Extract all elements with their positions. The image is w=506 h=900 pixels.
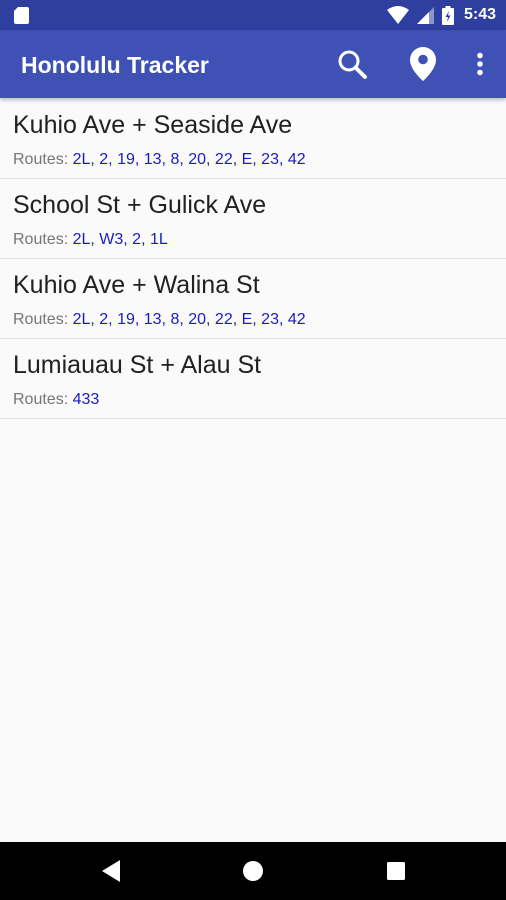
stop-item[interactable]: Lumiauau St + Alau St Routes: 433	[0, 339, 506, 419]
stop-name: Kuhio Ave + Seaside Ave	[13, 111, 293, 139]
routes-label: Routes:	[13, 311, 69, 328]
location-pin-icon	[410, 47, 436, 81]
navigation-bar	[0, 842, 506, 900]
routes-label: Routes:	[13, 391, 69, 408]
signal-icon	[416, 6, 434, 24]
nearby-stops-button[interactable]	[405, 46, 441, 82]
routes-values: 2L, 2, 19, 13, 8, 20, 22, E, 23, 42	[72, 151, 306, 168]
search-icon	[338, 50, 367, 79]
routes-label: Routes:	[13, 151, 69, 168]
status-bar: 5:43	[0, 0, 506, 30]
stop-routes: Routes: 433	[13, 391, 99, 409]
app-bar: Honolulu Tracker	[0, 30, 506, 98]
back-icon	[102, 860, 120, 882]
routes-values: 433	[72, 391, 100, 408]
overflow-menu-icon	[477, 52, 483, 76]
stop-name: School St + Gulick Ave	[13, 191, 267, 219]
stops-list: Kuhio Ave + Seaside Ave Routes: 2L, 2, 1…	[0, 99, 506, 419]
stop-routes: Routes: 2L, W3, 2, 1L	[13, 231, 168, 249]
stop-routes: Routes: 2L, 2, 19, 13, 8, 20, 22, E, 23,…	[13, 151, 306, 169]
home-icon	[243, 861, 263, 881]
stop-name: Kuhio Ave + Walina St	[13, 271, 260, 299]
stop-routes: Routes: 2L, 2, 19, 13, 8, 20, 22, E, 23,…	[13, 311, 306, 329]
stop-item[interactable]: School St + Gulick Ave Routes: 2L, W3, 2…	[0, 179, 506, 259]
recents-button[interactable]	[381, 856, 411, 886]
sd-card-icon	[14, 7, 29, 24]
search-button[interactable]	[334, 46, 370, 82]
app-title: Honolulu Tracker	[21, 52, 209, 78]
back-button[interactable]	[96, 856, 126, 886]
routes-values: 2L, 2, 19, 13, 8, 20, 22, E, 23, 42	[72, 311, 306, 328]
routes-values: 2L, W3, 2, 1L	[72, 231, 168, 248]
stop-item[interactable]: Kuhio Ave + Seaside Ave Routes: 2L, 2, 1…	[0, 99, 506, 179]
stop-item[interactable]: Kuhio Ave + Walina St Routes: 2L, 2, 19,…	[0, 259, 506, 339]
status-time: 5:43	[463, 6, 496, 23]
recents-icon	[387, 862, 405, 880]
wifi-icon	[386, 6, 409, 24]
overflow-menu-button[interactable]	[462, 46, 498, 82]
stop-name: Lumiauau St + Alau St	[13, 351, 262, 379]
home-button[interactable]	[238, 856, 268, 886]
battery-icon	[441, 5, 454, 25]
routes-label: Routes:	[13, 231, 69, 248]
